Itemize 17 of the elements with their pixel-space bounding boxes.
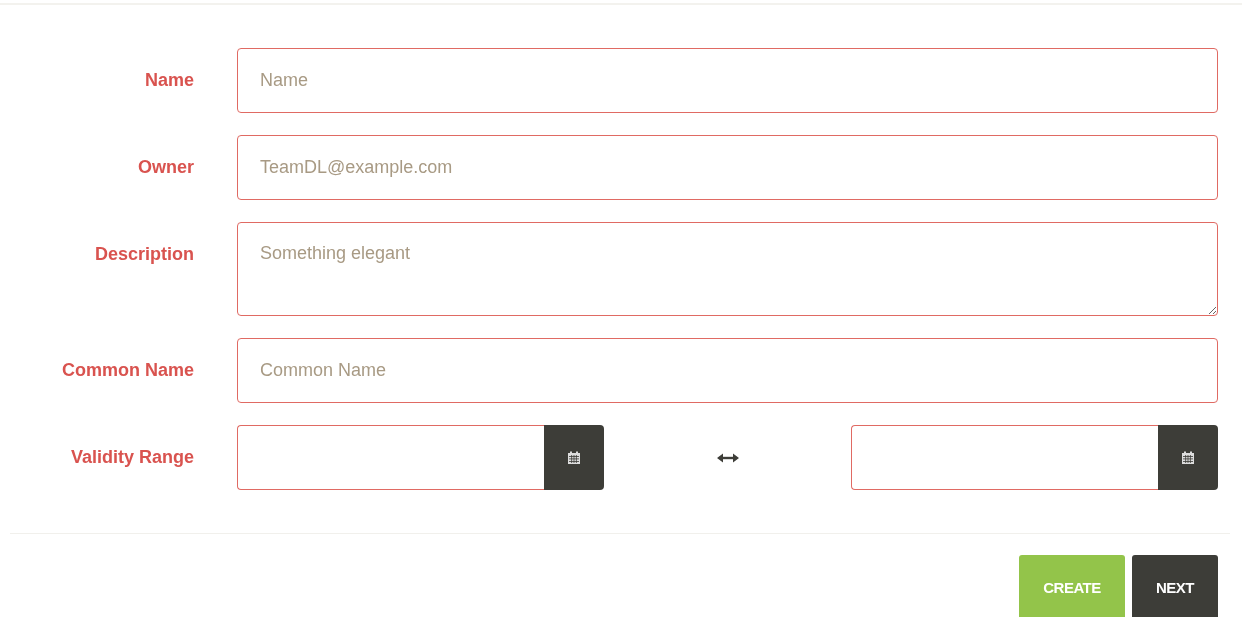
calendar-icon [1181,450,1195,465]
field-label: Description [93,244,194,265]
text-field[interactable]: TeamDL@example.com [237,135,1218,200]
date-field[interactable] [851,425,1158,490]
calendar-button[interactable] [544,425,604,490]
next-button[interactable]: NEXT [1132,555,1218,617]
calendar-icon [567,450,581,465]
field-label: Validity Range [69,447,194,468]
field-label: Owner [137,157,194,178]
double-arrow-icon [716,452,739,463]
date-field[interactable] [237,425,544,490]
text-field[interactable]: Common Name [237,338,1218,403]
text-area[interactable]: Something elegant [237,222,1218,316]
field-label: Common Name [60,360,194,381]
text-field[interactable]: Name [237,48,1218,113]
calendar-button[interactable] [1158,425,1218,490]
field-label: Name [143,70,194,91]
